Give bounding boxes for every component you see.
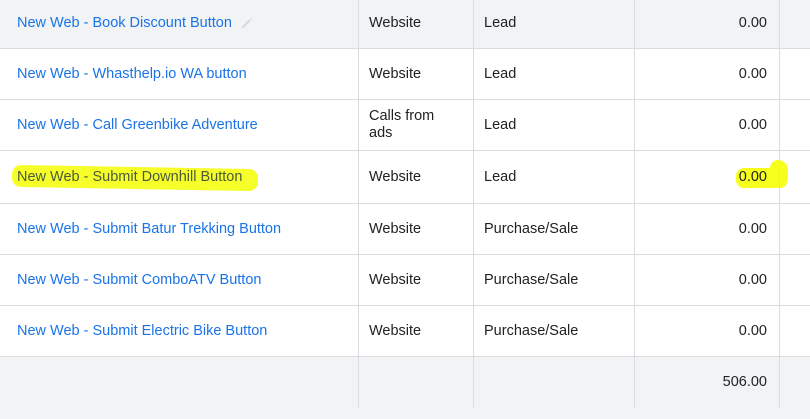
pencil-icon[interactable]: [240, 16, 254, 30]
conversion-name-link[interactable]: New Web - Submit Downhill Button: [17, 169, 242, 186]
conversion-name-link[interactable]: New Web - Book Discount Button: [17, 15, 232, 32]
category-cell: Lead: [474, 0, 635, 48]
conversion-name-link[interactable]: New Web - Submit Electric Bike Button: [17, 323, 267, 340]
table-row: New Web - Submit ComboATV Button Website…: [0, 255, 810, 306]
extra-cell: [780, 0, 810, 48]
value-cell: 0.00: [635, 100, 780, 150]
table-row: New Web - Submit Batur Trekking Button W…: [0, 204, 810, 255]
total-category-cell: [474, 357, 635, 408]
category-cell: Purchase/Sale: [474, 255, 635, 305]
category-cell: Purchase/Sale: [474, 204, 635, 254]
category-cell: Lead: [474, 49, 635, 99]
category-cell: Lead: [474, 100, 635, 150]
conversion-name-cell: New Web - Call Greenbike Adventure: [0, 100, 359, 150]
conversion-name-cell: New Web - Submit Batur Trekking Button: [0, 204, 359, 254]
source-cell: Website: [359, 204, 474, 254]
conversion-name-link[interactable]: New Web - Submit ComboATV Button: [17, 272, 261, 289]
total-value-cell: 506.00: [635, 357, 780, 408]
value-cell: 0.00: [635, 151, 780, 203]
conversion-name-cell: New Web - Submit ComboATV Button: [0, 255, 359, 305]
value-cell: 0.00: [635, 0, 780, 48]
source-cell: Website: [359, 255, 474, 305]
value-cell: 0.00: [635, 306, 780, 356]
extra-cell: [780, 204, 810, 254]
conversion-name-link[interactable]: New Web - Call Greenbike Adventure: [17, 117, 258, 134]
conversion-name-cell: New Web - Submit Downhill Button: [0, 151, 359, 203]
total-source-cell: [359, 357, 474, 408]
value-cell: 0.00: [635, 204, 780, 254]
conversion-name-link[interactable]: New Web - Submit Batur Trekking Button: [17, 221, 281, 238]
table-row: New Web - Submit Electric Bike Button We…: [0, 306, 810, 357]
conversion-name-cell: New Web - Book Discount Button: [0, 0, 359, 48]
table-row: New Web - Book Discount Button Website L…: [0, 0, 810, 49]
conversion-name-cell: New Web - Whasthelp.io WA button: [0, 49, 359, 99]
total-row: 506.00: [0, 357, 810, 419]
category-cell: Purchase/Sale: [474, 306, 635, 356]
source-cell: Website: [359, 49, 474, 99]
value-text: 0.00: [738, 168, 767, 185]
value-cell: 0.00: [635, 49, 780, 99]
table-row: New Web - Submit Downhill Button Website…: [0, 151, 810, 204]
table-row: New Web - Call Greenbike Adventure Calls…: [0, 100, 810, 151]
extra-cell: [780, 151, 810, 203]
value-cell: 0.00: [635, 255, 780, 305]
extra-cell: [780, 100, 810, 150]
total-name-cell: [0, 357, 359, 408]
source-cell: Calls from ads: [359, 100, 474, 150]
extra-cell: [780, 49, 810, 99]
conversion-actions-table: New Web - Book Discount Button Website L…: [0, 0, 810, 419]
conversion-name-link[interactable]: New Web - Whasthelp.io WA button: [17, 66, 247, 83]
source-cell: Website: [359, 306, 474, 356]
source-cell: Website: [359, 0, 474, 48]
extra-cell: [780, 306, 810, 356]
extra-cell: [780, 357, 810, 408]
extra-cell: [780, 255, 810, 305]
source-cell: Website: [359, 151, 474, 203]
category-cell: Lead: [474, 151, 635, 203]
conversion-name-cell: New Web - Submit Electric Bike Button: [0, 306, 359, 356]
table-row: New Web - Whasthelp.io WA button Website…: [0, 49, 810, 100]
